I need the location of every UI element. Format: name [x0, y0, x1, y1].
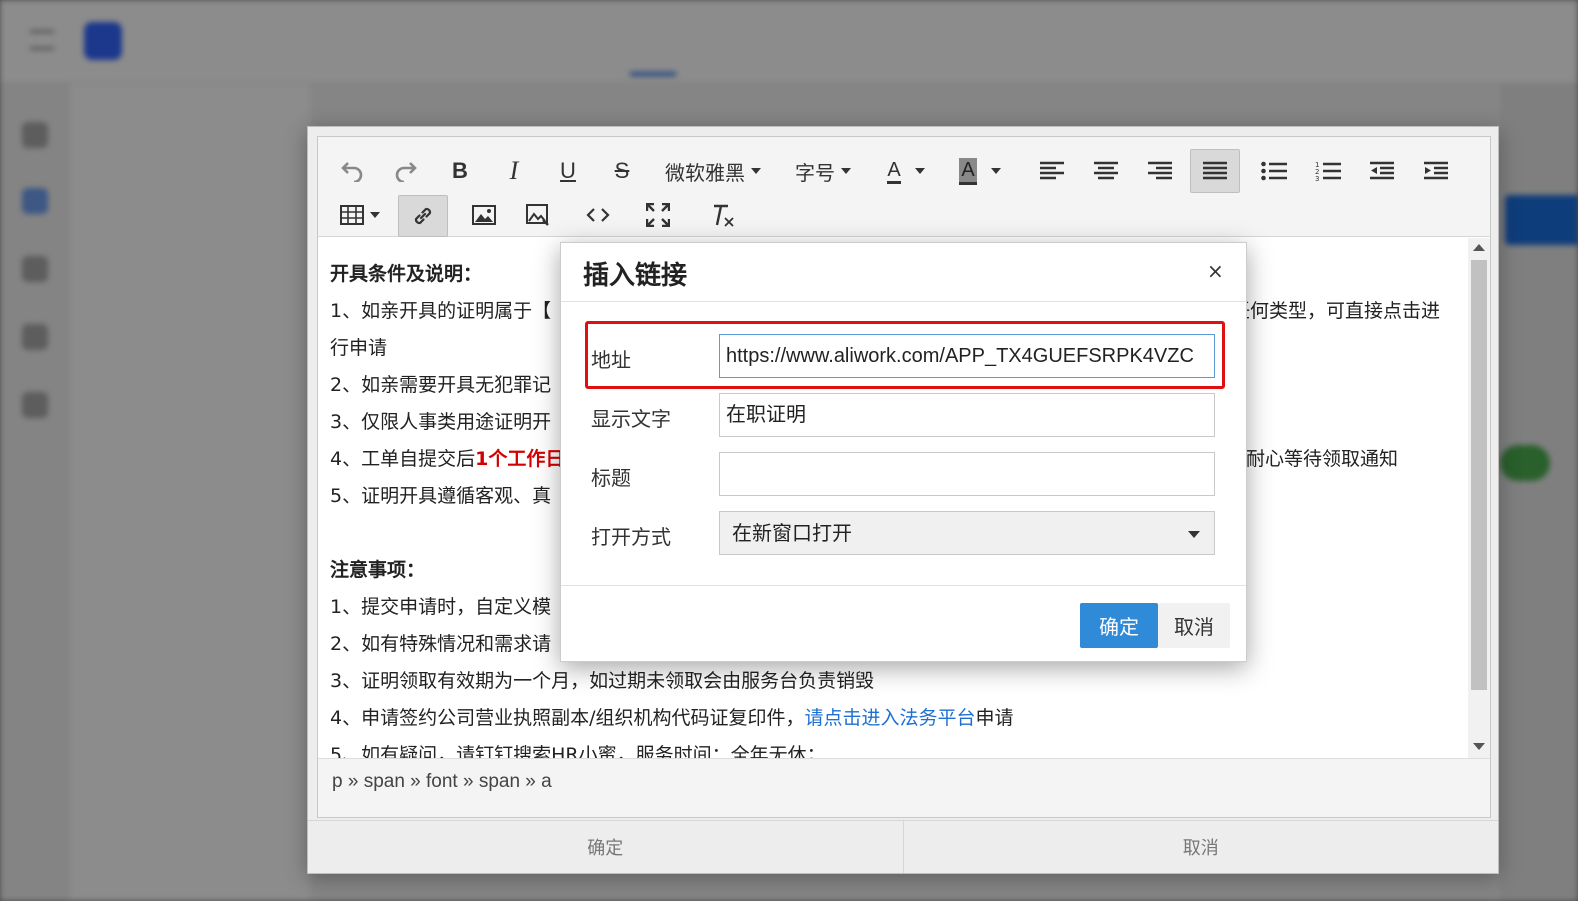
multi-image-button[interactable]	[516, 195, 560, 235]
confirm-button[interactable]: 确定	[1080, 603, 1158, 648]
chevron-down-icon	[990, 168, 1001, 174]
content-line: 3、证明领取有效期为一个月，如过期未领取会由服务台负责销毁	[330, 670, 875, 692]
strikethrough-button[interactable]: S	[600, 151, 644, 191]
background-color-button[interactable]: A	[950, 151, 1010, 191]
display-text-input[interactable]: 在职证明	[719, 393, 1215, 437]
dialog-title: 插入链接	[583, 261, 688, 291]
editor-cancel-button[interactable]: 取消	[904, 821, 1499, 873]
indent-icon	[1424, 161, 1448, 180]
image-icon	[472, 205, 496, 225]
open-mode-row: 打开方式 在新窗口打开	[583, 511, 1225, 557]
title-label: 标题	[591, 466, 631, 490]
chevron-down-icon	[841, 168, 851, 174]
clear-format-button[interactable]	[700, 195, 744, 235]
scroll-down-icon[interactable]	[1473, 743, 1485, 750]
dialog-footer: 确定 取消	[561, 585, 1246, 661]
bold-icon: B	[452, 158, 468, 183]
editor-footer: 确定 取消	[308, 820, 1498, 873]
content-line: 4、申请签约公司营业执照副本/组织机构代码证复印件，请点击进入法务平台申请	[330, 707, 1014, 729]
italic-icon: I	[509, 156, 519, 185]
multi-image-icon	[526, 204, 549, 226]
fullscreen-icon	[646, 203, 670, 227]
chevron-down-icon	[914, 168, 925, 174]
open-mode-value: 在新窗口打开	[732, 521, 852, 545]
title-row: 标题	[583, 452, 1225, 498]
underline-icon: U	[560, 158, 576, 183]
scroll-up-icon[interactable]	[1473, 244, 1485, 251]
font-family-select[interactable]: 微软雅黑	[658, 151, 768, 191]
align-right-icon	[1148, 161, 1172, 180]
code-icon	[586, 208, 610, 222]
align-right-button[interactable]	[1138, 151, 1182, 191]
chevron-down-icon	[1188, 531, 1200, 538]
undo-button[interactable]	[330, 151, 374, 191]
display-text-label: 显示文字	[591, 407, 671, 431]
font-size-select[interactable]: 字号	[788, 151, 858, 191]
editor-scrollbar[interactable]	[1468, 238, 1490, 758]
link-button[interactable]	[398, 195, 448, 237]
bullet-list-button[interactable]	[1252, 151, 1296, 191]
open-mode-select[interactable]: 在新窗口打开	[719, 511, 1215, 555]
align-center-icon	[1094, 161, 1118, 180]
chevron-down-icon	[370, 212, 380, 218]
address-input[interactable]: https://www.aliwork.com/APP_TX4GUEFSRPK4…	[719, 334, 1215, 378]
open-mode-label: 打开方式	[591, 525, 671, 549]
clear-format-icon	[714, 204, 734, 227]
display-text-row: 显示文字 在职证明	[583, 393, 1225, 439]
link-icon	[414, 207, 432, 225]
legal-platform-link[interactable]: 请点击进入法务平台	[805, 707, 976, 729]
fullscreen-button[interactable]	[636, 195, 680, 235]
strikethrough-icon: S	[614, 158, 630, 183]
insert-link-dialog: 插入链接 × 地址 https://www.aliwork.com/APP_TX…	[560, 242, 1247, 662]
title-input[interactable]	[719, 452, 1215, 496]
image-button[interactable]	[462, 195, 506, 235]
element-path-statusbar: p » span » font » span » a	[318, 758, 1490, 817]
align-left-icon	[1040, 161, 1064, 180]
editor-toolbar: B I U S 微软雅黑 字号 A A 1 2 3	[318, 137, 1490, 237]
font-family-label: 微软雅黑	[665, 162, 745, 185]
undo-icon	[341, 162, 363, 182]
dialog-header: 插入链接 ×	[561, 243, 1246, 302]
redo-button[interactable]	[384, 151, 428, 191]
outdent-button[interactable]	[1360, 151, 1404, 191]
font-color-icon: A	[887, 159, 901, 184]
chevron-down-icon	[751, 168, 761, 174]
italic-button[interactable]: I	[492, 151, 536, 191]
align-justify-icon	[1203, 161, 1227, 180]
content-line: 5、如有疑问，请钉钉搜索HR小蜜，服务时间：全年无休；	[330, 744, 826, 758]
table-icon	[340, 205, 364, 225]
align-justify-button[interactable]	[1190, 149, 1240, 193]
redo-icon	[395, 162, 417, 182]
close-icon[interactable]: ×	[1207, 260, 1224, 282]
cancel-button[interactable]: 取消	[1158, 603, 1230, 648]
align-left-button[interactable]	[1030, 151, 1074, 191]
address-row: 地址 https://www.aliwork.com/APP_TX4GUEFSR…	[583, 334, 1225, 380]
align-center-button[interactable]	[1084, 151, 1128, 191]
underline-button[interactable]: U	[546, 151, 590, 191]
outdent-icon	[1370, 161, 1394, 180]
table-button[interactable]	[332, 195, 388, 235]
indent-button[interactable]	[1414, 151, 1458, 191]
svg-text:3: 3	[1315, 175, 1319, 182]
font-size-label: 字号	[795, 162, 835, 185]
numbered-list-button[interactable]: 123	[1306, 151, 1350, 191]
bullet-list-icon	[1261, 161, 1287, 181]
bold-button[interactable]: B	[438, 151, 482, 191]
source-code-button[interactable]	[576, 195, 620, 235]
background-color-icon: A	[959, 157, 977, 185]
emphasis-text: 1个工作日	[475, 448, 565, 470]
numbered-list-icon: 123	[1315, 161, 1341, 182]
font-color-button[interactable]: A	[876, 151, 936, 191]
editor-confirm-button[interactable]: 确定	[308, 821, 904, 873]
scroll-thumb[interactable]	[1471, 260, 1487, 690]
address-label: 地址	[591, 348, 631, 372]
